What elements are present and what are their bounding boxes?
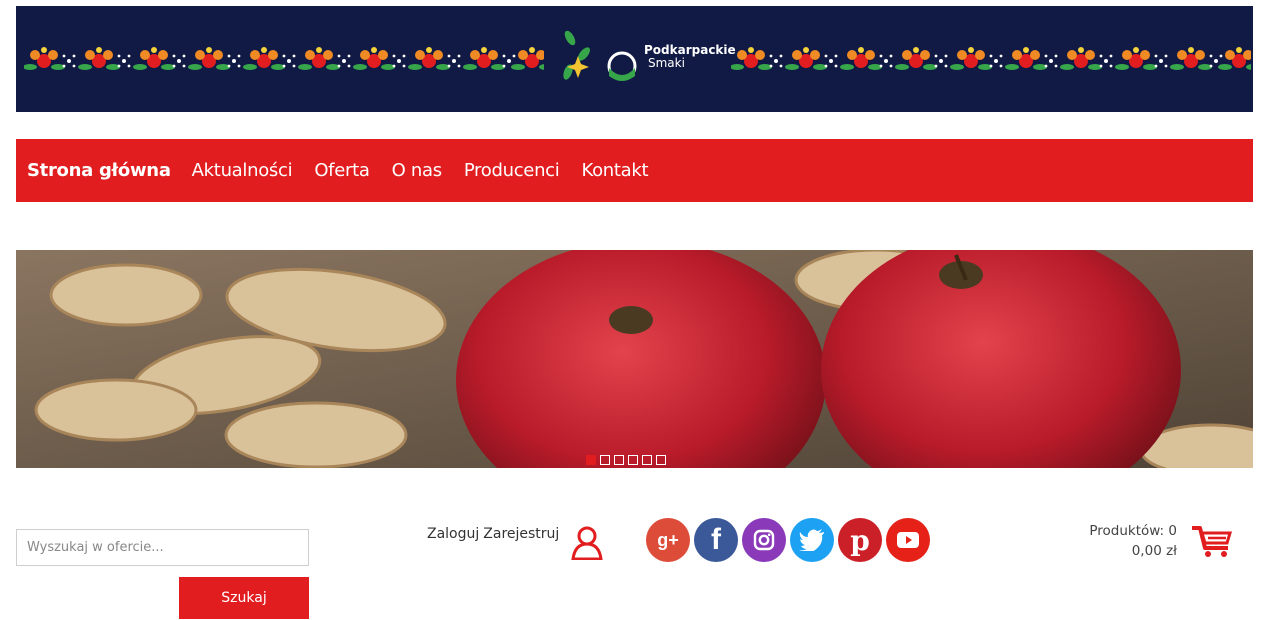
- slider-dots: [586, 455, 666, 465]
- slider-dot[interactable]: [628, 455, 638, 465]
- user-icon[interactable]: [569, 526, 605, 560]
- nav-item-offer[interactable]: Oferta: [314, 160, 370, 181]
- login-link[interactable]: Zaloguj: [427, 526, 479, 542]
- hero-image-apples: [16, 250, 1253, 468]
- hero-slider[interactable]: [16, 250, 1253, 468]
- facebook-icon[interactable]: f: [694, 518, 738, 562]
- instagram-icon[interactable]: [742, 518, 786, 562]
- slider-dot[interactable]: [642, 455, 652, 465]
- cart-icon[interactable]: [1190, 524, 1234, 558]
- search-input[interactable]: [16, 529, 309, 566]
- youtube-icon[interactable]: [886, 518, 930, 562]
- folk-ornament-left: [24, 47, 544, 70]
- logo-text: Podkarpackie Smaki: [644, 44, 736, 70]
- slider-dot[interactable]: [614, 455, 624, 465]
- folk-ornament-right: [731, 47, 1251, 70]
- cart-summary[interactable]: Produktów: 0 0,00 zł: [1083, 521, 1177, 561]
- account-links: Zaloguj Zarejestruj: [427, 526, 603, 560]
- cart-total: 0,00 zł: [1131, 543, 1177, 559]
- nav-item-contact[interactable]: Kontakt: [581, 160, 648, 181]
- nav-item-news[interactable]: Aktualności: [192, 160, 293, 181]
- search-button[interactable]: Szukaj: [179, 577, 309, 619]
- slider-dot[interactable]: [586, 455, 596, 465]
- slider-dot[interactable]: [600, 455, 610, 465]
- register-link[interactable]: Zarejestruj: [483, 526, 559, 542]
- twitter-icon[interactable]: [790, 518, 834, 562]
- slider-dot[interactable]: [656, 455, 666, 465]
- main-nav: Strona główna Aktualności Oferta O nas P…: [16, 139, 1253, 202]
- social-icons: g+ f p: [646, 518, 930, 562]
- site-logo[interactable]: Podkarpackie Smaki: [556, 26, 736, 92]
- logo-line2: Smaki: [648, 56, 685, 70]
- logo-emblem-icon: [563, 30, 637, 81]
- nav-item-about[interactable]: O nas: [392, 160, 443, 181]
- cart-products-count: Produktów: 0: [1089, 523, 1177, 539]
- pinterest-icon[interactable]: p: [838, 518, 882, 562]
- header-banner: Podkarpackie Smaki: [16, 6, 1253, 112]
- nav-item-producers[interactable]: Producenci: [464, 160, 560, 181]
- nav-item-home[interactable]: Strona główna: [27, 160, 171, 181]
- google-plus-icon[interactable]: g+: [646, 518, 690, 562]
